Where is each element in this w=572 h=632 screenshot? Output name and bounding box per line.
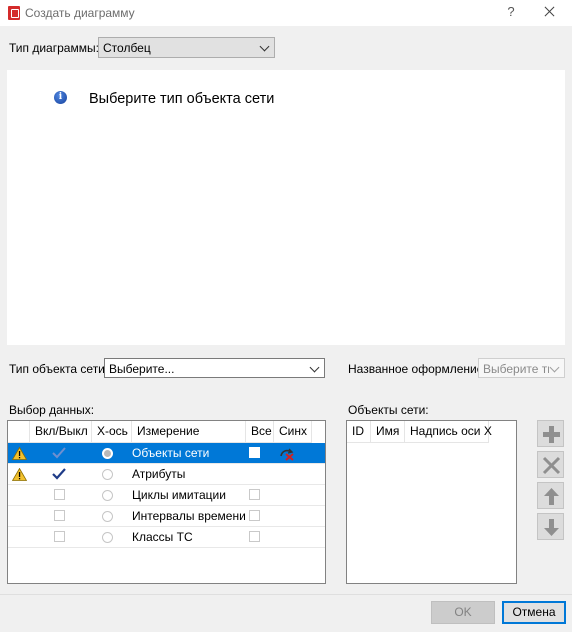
- chart-type-value: Столбец: [103, 41, 151, 55]
- dimension-cell: Интервалы времени: [132, 509, 246, 523]
- plus-icon: [543, 426, 560, 443]
- named-style-dropdown[interactable]: Выберите тип: [478, 358, 565, 378]
- remove-button[interactable]: [537, 451, 564, 478]
- footer-divider: [0, 594, 572, 595]
- ok-button[interactable]: OK: [431, 601, 495, 624]
- move-down-button[interactable]: [537, 513, 564, 540]
- dimension-cell: Атрибуты: [132, 467, 186, 481]
- chevron-down-icon: [550, 362, 560, 374]
- network-objects-table[interactable]: ID Имя Надпись оси X: [346, 420, 517, 584]
- close-button[interactable]: [542, 4, 558, 20]
- window-title: Создать диаграмму: [25, 6, 135, 20]
- warning-icon: [12, 468, 27, 481]
- x-axis-radio[interactable]: [102, 448, 113, 459]
- x-axis-radio[interactable]: [102, 532, 113, 543]
- arrow-up-icon: [544, 488, 559, 505]
- table-row[interactable]: Интервалы времени: [8, 506, 325, 527]
- app-icon: [8, 6, 20, 20]
- column-header-warning[interactable]: [8, 421, 30, 443]
- network-object-type-dropdown[interactable]: Выберите...: [104, 358, 325, 378]
- chart-type-label: Тип диаграммы:: [9, 41, 99, 55]
- check-icon[interactable]: [52, 468, 66, 480]
- column-header-x-axis[interactable]: X-ось: [92, 421, 132, 443]
- x-icon: [542, 456, 561, 475]
- all-checkbox[interactable]: [249, 447, 260, 458]
- x-axis-radio[interactable]: [102, 490, 113, 501]
- column-header-enabled[interactable]: Вкл/Выкл: [30, 421, 92, 443]
- cancel-button[interactable]: Отмена: [502, 601, 566, 624]
- title-bar: Создать диаграмму ?: [0, 0, 572, 26]
- chevron-down-icon: [310, 362, 320, 374]
- data-selection-table[interactable]: Вкл/Выкл X-ось Измерение Все Синх Объект…: [7, 420, 326, 584]
- check-icon[interactable]: [52, 447, 66, 459]
- info-message: Выберите тип объекта сети: [89, 91, 275, 107]
- dimension-cell: Классы ТС: [132, 530, 193, 544]
- network-objects-label: Объекты сети:: [348, 403, 429, 417]
- info-icon: i: [54, 91, 67, 104]
- sync-icon[interactable]: [279, 447, 295, 461]
- table-row[interactable]: Классы ТС: [8, 527, 325, 548]
- column-header-dimension[interactable]: Измерение: [132, 421, 246, 443]
- network-object-type-label: Тип объекта сети:: [9, 362, 109, 376]
- x-axis-radio[interactable]: [102, 511, 113, 522]
- data-selection-label: Выбор данных:: [9, 403, 95, 417]
- chart-preview-panel: [7, 70, 565, 345]
- chevron-down-icon: [260, 41, 270, 53]
- add-button[interactable]: [537, 420, 564, 447]
- network-object-type-value: Выберите...: [109, 362, 175, 376]
- move-up-button[interactable]: [537, 482, 564, 509]
- column-header-x-axis-label[interactable]: Надпись оси X: [405, 421, 492, 443]
- column-header-id[interactable]: ID: [347, 421, 371, 443]
- table-row[interactable]: Объекты сети: [8, 443, 325, 464]
- help-button[interactable]: ?: [502, 3, 520, 21]
- column-header-name[interactable]: Имя: [371, 421, 405, 443]
- dimension-cell: Объекты сети: [132, 446, 210, 460]
- chart-type-dropdown[interactable]: Столбец: [98, 37, 275, 58]
- all-checkbox[interactable]: [249, 510, 260, 521]
- column-header-sync[interactable]: Синх: [274, 421, 312, 443]
- enabled-checkbox[interactable]: [54, 531, 65, 542]
- column-header-all[interactable]: Все: [246, 421, 274, 443]
- enabled-checkbox[interactable]: [54, 489, 65, 500]
- enabled-checkbox[interactable]: [54, 510, 65, 521]
- all-checkbox[interactable]: [249, 489, 260, 500]
- named-style-value: Выберите тип: [483, 362, 549, 376]
- arrow-down-icon: [544, 519, 559, 536]
- all-checkbox[interactable]: [249, 531, 260, 542]
- x-axis-radio[interactable]: [102, 469, 113, 480]
- warning-icon: [12, 447, 27, 460]
- dimension-cell: Циклы имитации: [132, 488, 226, 502]
- named-style-label: Названное оформление:: [348, 362, 487, 376]
- table-row[interactable]: Атрибуты: [8, 464, 325, 485]
- table-row[interactable]: Циклы имитации: [8, 485, 325, 506]
